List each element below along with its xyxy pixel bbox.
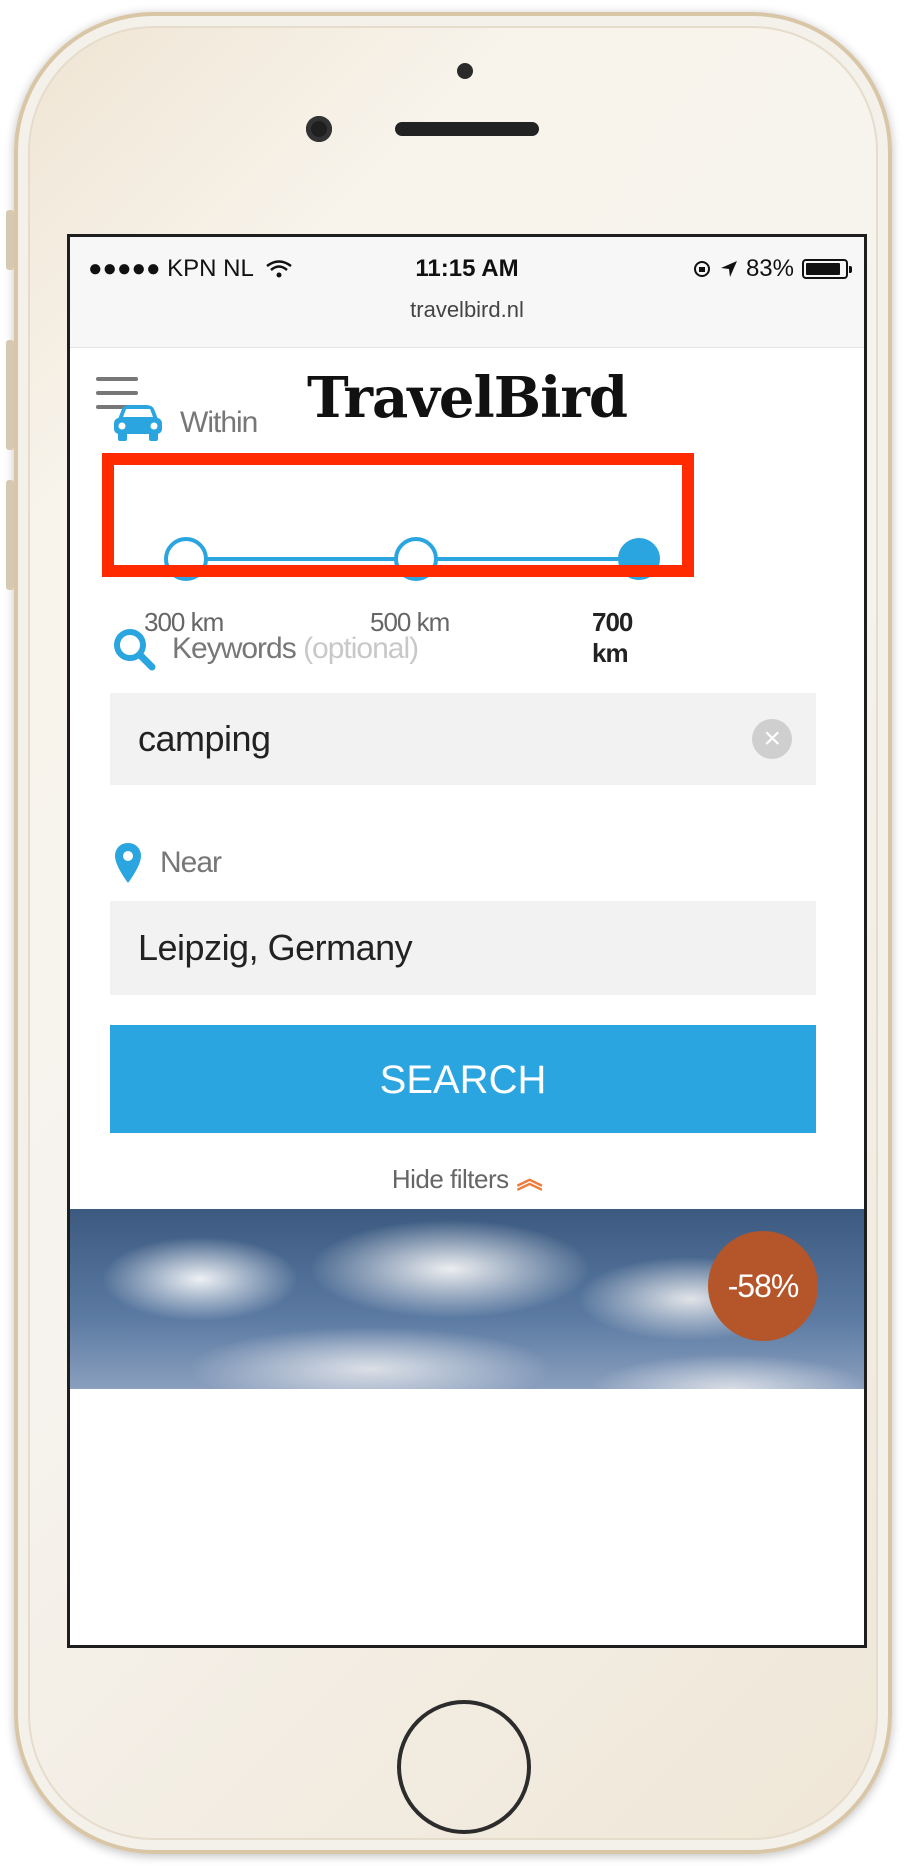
hide-filters-label: Hide filters [391,1164,509,1194]
search-icon [114,629,156,671]
rotation-lock-icon [693,261,710,277]
keywords-label-row: Keywords (optional) [112,627,419,671]
keywords-input[interactable]: camping × [110,693,816,785]
within-label-row: Within [112,403,258,443]
discount-badge: -58% [708,1231,818,1341]
logo-text: TravelBird [306,365,628,431]
volume-down-button [6,480,14,590]
slider-stop-500[interactable] [394,537,438,581]
keywords-optional-label: (optional) [303,632,419,665]
location-arrow-icon [720,261,737,277]
deal-hero-image[interactable]: -58% [70,1209,864,1389]
mute-switch [6,210,14,270]
hide-filters-link[interactable]: Hide filters ︽ [70,1159,864,1196]
phone-screen: ●●●●● KPN NL 11:15 AM 83% travelbird.nl … [67,234,867,1648]
status-bar: ●●●●● KPN NL 11:15 AM 83% travelbird.nl [70,237,864,348]
distance-slider[interactable]: 300 km 500 km 700 km [144,527,660,668]
within-label: Within [180,406,258,439]
keywords-value: camping [138,718,271,759]
battery-percent: 83% [745,255,794,282]
near-label-row: Near [112,841,222,885]
car-icon [114,405,162,441]
chevron-up-icon: ︽ [516,1164,543,1194]
address-bar-url[interactable]: travelbird.nl [70,297,864,323]
search-button[interactable]: SEARCH [110,1025,816,1133]
home-button[interactable] [397,1700,531,1834]
near-input[interactable]: Leipzig, Germany [110,901,816,995]
near-value: Leipzig, Germany [138,927,413,968]
slider-stop-300[interactable] [164,537,208,581]
earpiece-speaker [395,122,539,136]
location-pin-icon [115,843,141,883]
near-label: Near [160,846,222,879]
volume-up-button [6,340,14,450]
slider-label-700: 700 km [592,607,633,668]
keywords-label: Keywords [172,632,297,665]
proximity-sensor [457,63,473,79]
clear-icon[interactable]: × [752,719,792,759]
battery-icon [802,259,852,279]
front-camera [306,116,332,142]
status-right: 83% [692,255,852,283]
slider-stop-700[interactable] [618,538,660,580]
